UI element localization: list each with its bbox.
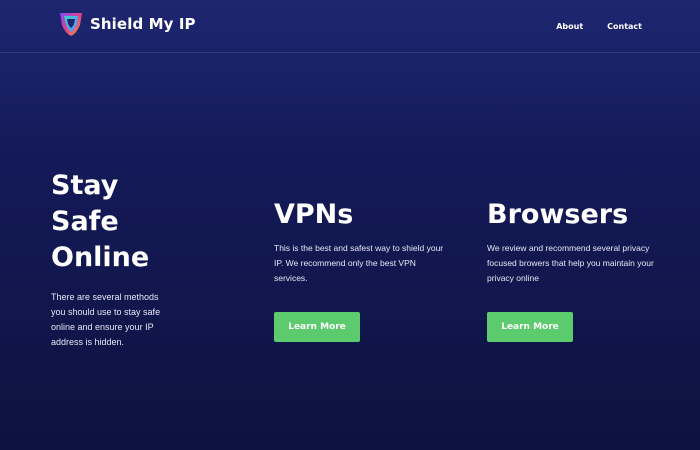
browsers-description: We review and recommend several privacy … [487,243,654,283]
vpn-learn-more-button[interactable]: Learn More [274,312,360,342]
hero-heading: Stay Safe Online [51,170,150,273]
site-header: Shield My IP About Contact [0,0,700,53]
nav-link-contact[interactable]: Contact [607,22,642,31]
main-nav: About Contact [556,22,642,31]
browsers-learn-more-button[interactable]: Learn More [487,312,573,342]
brand-logo[interactable]: Shield My IP [58,10,196,38]
shield-logo-icon [58,10,84,38]
browsers-title: Browsers [487,199,629,230]
vpn-card: VPNs This is the best and safest way to … [274,197,454,286]
nav-link-about[interactable]: About [556,22,583,31]
hero-text: There are several methods you should use… [51,292,161,347]
intro-section: Stay Safe Online There are several metho… [51,168,171,350]
browsers-card: Browsers We review and recommend several… [487,197,667,286]
vpn-title: VPNs [274,199,354,230]
vpn-description: This is the best and safest way to shiel… [274,243,444,283]
brand-name: Shield My IP [90,15,196,33]
